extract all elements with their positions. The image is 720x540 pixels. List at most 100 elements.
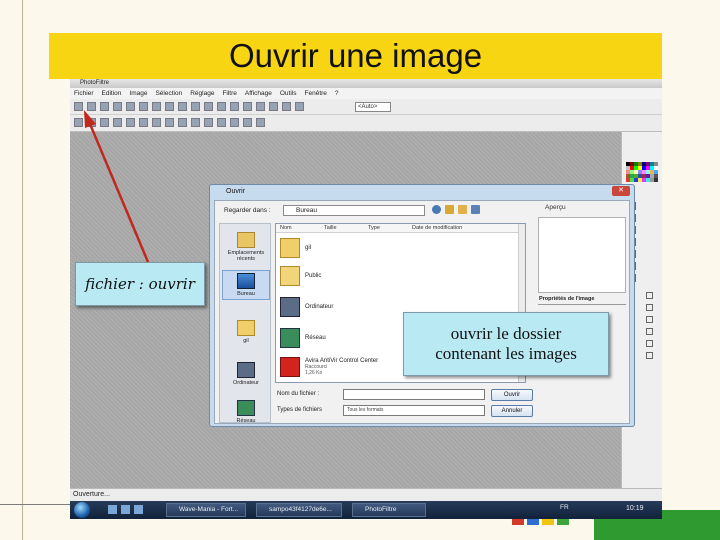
brightness-icon[interactable] <box>74 118 83 127</box>
menu-affichage[interactable]: Affichage <box>245 90 272 97</box>
flip-vertical-icon[interactable] <box>178 118 187 127</box>
save-icon[interactable] <box>100 102 109 111</box>
copy-icon[interactable] <box>152 102 161 111</box>
preview-label[interactable]: Aperçu <box>545 204 566 211</box>
star-shape-icon[interactable] <box>646 340 653 347</box>
gamma-icon[interactable] <box>113 118 122 127</box>
sepia-icon[interactable] <box>256 118 265 127</box>
folder-hint-line1: ouvrir le dossier <box>450 324 562 343</box>
open-file-icon[interactable] <box>87 102 96 111</box>
list-item[interactable]: Réseau <box>280 328 326 348</box>
desktop-icon <box>237 273 255 289</box>
view-icon[interactable] <box>295 102 304 111</box>
auto-level-icon[interactable] <box>204 118 213 127</box>
network-icon <box>280 328 300 348</box>
transform-icon[interactable] <box>204 102 213 111</box>
list-item[interactable]: Ordinateur <box>280 297 333 317</box>
frame-icon[interactable] <box>243 118 252 127</box>
status-bar: Ouverture... <box>70 488 662 501</box>
menu-help[interactable]: ? <box>335 90 339 97</box>
auto-contrast-icon[interactable] <box>217 118 226 127</box>
rotate-icon[interactable] <box>191 118 200 127</box>
close-icon[interactable]: ✕ <box>612 186 630 196</box>
flip-horizontal-icon[interactable] <box>165 118 174 127</box>
menu-selection[interactable]: Sélection <box>155 90 182 97</box>
text-icon[interactable] <box>256 102 265 111</box>
taskbar-item-firefox[interactable]: Wave-Mania - Fort... <box>166 503 246 517</box>
browser-icon[interactable] <box>134 505 143 514</box>
menu-fenetre[interactable]: Fenêtre <box>305 90 327 97</box>
contrast-icon[interactable] <box>87 118 96 127</box>
cut-icon[interactable] <box>139 102 148 111</box>
menu-image[interactable]: Image <box>129 90 147 97</box>
place-label: Réseau <box>236 418 256 424</box>
folder-hint-line2: contenant les images <box>435 344 577 363</box>
place-user[interactable]: gil <box>222 320 270 344</box>
ellipse-shape-icon[interactable] <box>646 304 653 311</box>
filter-icon[interactable] <box>230 118 239 127</box>
taskbar-item-photofiltre[interactable]: PhotoFiltre <box>352 503 426 517</box>
file-name: gil <box>305 245 312 251</box>
show-desktop-icon[interactable] <box>108 505 117 514</box>
effects-icon[interactable] <box>269 102 278 111</box>
blur-icon[interactable] <box>152 118 161 127</box>
cancel-button[interactable]: Annuler <box>491 405 533 417</box>
place-computer[interactable]: Ordinateur <box>222 362 270 386</box>
paste-icon[interactable] <box>165 102 174 111</box>
start-button-icon[interactable] <box>74 502 90 518</box>
new-folder-icon[interactable] <box>458 205 467 214</box>
preview-box <box>538 217 626 293</box>
crop-icon[interactable] <box>217 102 226 111</box>
view-menu-icon[interactable] <box>471 205 480 214</box>
saturation-icon[interactable] <box>100 118 109 127</box>
menu-hint-callout: fichier : ouvrir <box>75 262 205 306</box>
place-label: gil <box>243 338 249 344</box>
back-icon[interactable] <box>432 205 441 214</box>
menu-outils[interactable]: Outils <box>280 90 297 97</box>
computer-icon <box>280 297 300 317</box>
resize-icon[interactable] <box>230 102 239 111</box>
up-folder-icon[interactable] <box>445 205 454 214</box>
lookin-select[interactable]: Bureau <box>283 205 425 216</box>
menu-reglage[interactable]: Réglage <box>190 90 214 97</box>
redo-icon[interactable] <box>191 102 200 111</box>
column-type[interactable]: Type <box>368 225 380 231</box>
grayscale-icon[interactable] <box>126 118 135 127</box>
column-name[interactable]: Nom <box>280 225 292 231</box>
filename-input[interactable] <box>343 389 485 400</box>
polygon-shape-icon[interactable] <box>646 328 653 335</box>
switch-windows-icon[interactable] <box>121 505 130 514</box>
open-button[interactable]: Ouvrir <box>491 389 533 401</box>
rect-shape-icon[interactable] <box>646 292 653 299</box>
place-recent[interactable]: Emplacements récents <box>222 232 270 262</box>
folder-icon <box>280 266 300 286</box>
scan-icon[interactable] <box>126 102 135 111</box>
arrow-shape-icon[interactable] <box>646 352 653 359</box>
lasso-shape-icon[interactable] <box>646 316 653 323</box>
list-item[interactable]: Public <box>280 266 321 286</box>
list-item[interactable]: Avira AntiVir Control Center Raccourci 1… <box>280 357 378 377</box>
list-item[interactable]: gil <box>280 238 311 258</box>
slide-title: Ouvrir une image <box>228 37 483 74</box>
layers-icon[interactable] <box>282 102 291 111</box>
print-icon[interactable] <box>113 102 122 111</box>
column-size[interactable]: Taille <box>324 225 337 231</box>
canvas-icon[interactable] <box>243 102 252 111</box>
place-desktop[interactable]: Bureau <box>222 270 270 300</box>
new-file-icon[interactable] <box>74 102 83 111</box>
taskbar-item-folder[interactable]: sampo43f4127de6e... <box>256 503 342 517</box>
filetype-select[interactable]: Tous les formats <box>343 405 485 416</box>
language-indicator[interactable]: FR <box>560 504 569 511</box>
file-name: Ordinateur <box>305 304 334 310</box>
column-date[interactable]: Date de modification <box>412 225 462 231</box>
color-palette[interactable] <box>626 162 658 184</box>
open-dialog: Ouvrir ✕ Regarder dans : Bureau Emplacem… <box>209 184 635 427</box>
sharpen-icon[interactable] <box>139 118 148 127</box>
menu-hint-text: fichier : ouvrir <box>85 275 195 293</box>
menu-filtre[interactable]: Filtre <box>222 90 236 97</box>
undo-icon[interactable] <box>178 102 187 111</box>
menu-fichier[interactable]: Fichier <box>74 90 94 97</box>
place-network[interactable]: Réseau <box>222 400 270 424</box>
zoom-select[interactable]: <Auto> <box>355 102 391 112</box>
menu-edition[interactable]: Edition <box>102 90 122 97</box>
